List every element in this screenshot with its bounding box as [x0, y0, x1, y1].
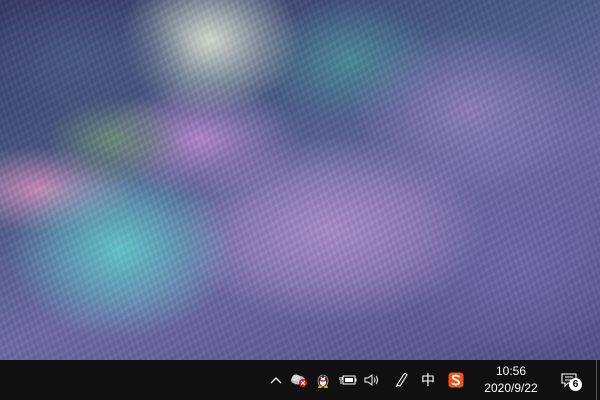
clock-time: 10:56 [495, 364, 527, 378]
show-desktop-button[interactable] [596, 360, 597, 400]
ime-mode-button[interactable]: 中 [418, 360, 438, 400]
notification-badge: 6 [569, 378, 582, 391]
sogou-input-button[interactable] [446, 360, 466, 400]
taskbar: 中 10:56 2020/9/22 6 [0, 360, 600, 400]
wallpaper-texture [0, 0, 600, 360]
desktop-wallpaper [0, 0, 600, 360]
show-hidden-icons-button[interactable] [268, 360, 284, 400]
pen-workspace-button[interactable] [392, 360, 412, 400]
chevron-up-icon [270, 377, 282, 384]
battery-plug-icon [339, 375, 357, 385]
cloud-error-icon [291, 374, 307, 387]
volume-button[interactable] [362, 360, 382, 400]
speaker-icon [364, 374, 378, 386]
pen-icon [395, 373, 408, 388]
sogou-s-icon [448, 372, 464, 388]
clock-button[interactable]: 10:56 2020/9/22 [472, 360, 550, 400]
network-status-button[interactable] [289, 360, 309, 400]
clock-date: 2020/9/22 [484, 381, 538, 395]
qq-tray-button[interactable] [314, 360, 332, 400]
ime-mode-label: 中 [421, 372, 435, 388]
penguin-icon [317, 374, 329, 388]
power-status-button[interactable] [338, 360, 358, 400]
